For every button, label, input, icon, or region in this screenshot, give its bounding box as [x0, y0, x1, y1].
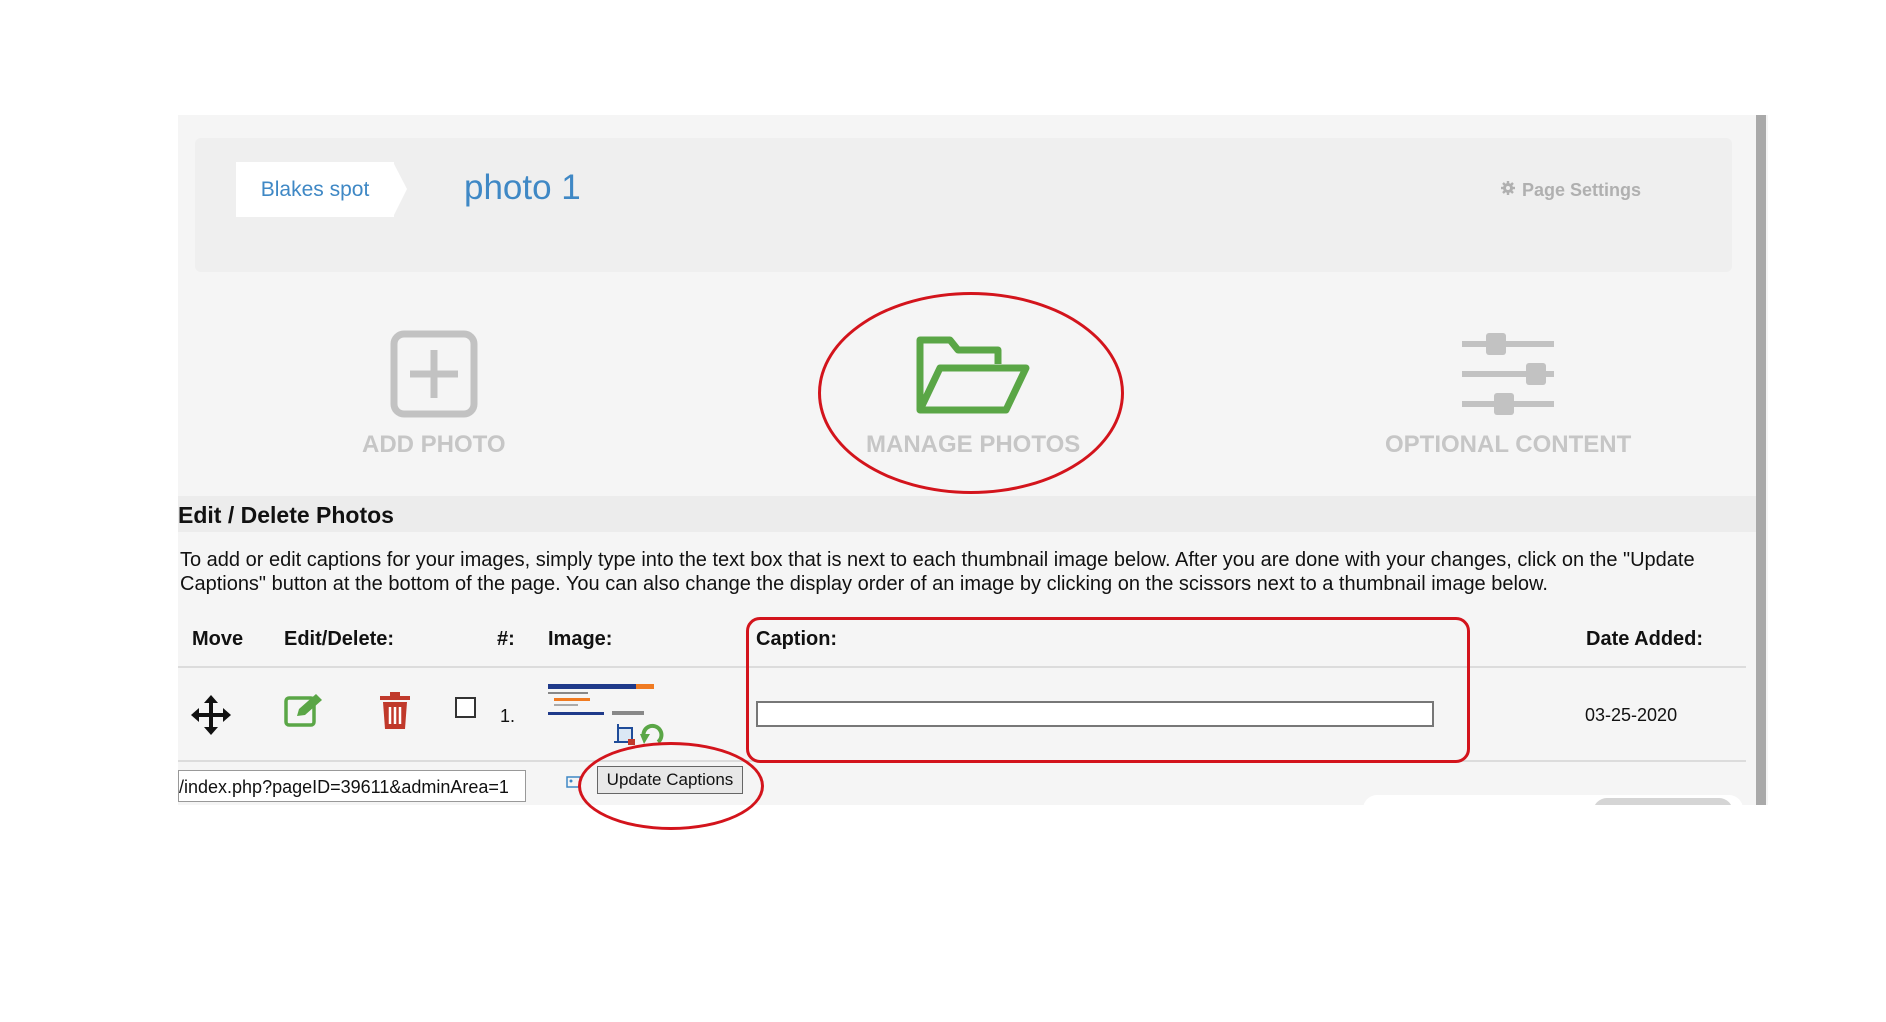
page-title: photo 1: [464, 168, 581, 207]
add-photo-label: ADD PHOTO: [362, 431, 506, 458]
column-header-move: Move: [192, 628, 244, 650]
manage-photos-label: MANAGE PHOTOS: [866, 431, 1081, 458]
breadcrumb-arrow: [393, 162, 407, 217]
photo-thumbnail[interactable]: [548, 684, 654, 720]
column-header-number: #:: [497, 628, 515, 650]
page-header-panel: [195, 138, 1732, 272]
header-divider: [178, 666, 1746, 668]
scrollbar[interactable]: [1756, 115, 1766, 805]
page-settings-link[interactable]: Page Settings: [1500, 180, 1641, 201]
page-margin: [178, 805, 1768, 1022]
instructions-text: To add or edit captions for your images,…: [180, 549, 1695, 595]
optional-content-button[interactable]: OPTIONAL CONTENT: [1385, 330, 1631, 459]
caption-input[interactable]: [756, 701, 1434, 727]
row-select-checkbox[interactable]: [455, 697, 476, 718]
update-captions-button[interactable]: Update Captions: [597, 766, 743, 794]
sliders-icon: [1460, 330, 1556, 423]
crop-icon[interactable]: [614, 724, 636, 751]
edit-icon[interactable]: [283, 692, 325, 733]
column-header-date-added: Date Added:: [1586, 628, 1704, 650]
trash-icon[interactable]: [379, 692, 411, 735]
gear-icon: [1500, 180, 1516, 201]
column-header-caption: Caption:: [756, 628, 838, 650]
column-header-edit-delete: Edit/Delete:: [284, 628, 395, 650]
row-divider: [178, 760, 1746, 762]
column-header-image: Image:: [548, 628, 613, 650]
breadcrumb-parent-link[interactable]: Blakes spot: [236, 162, 394, 217]
page-settings-label: Page Settings: [1522, 180, 1642, 200]
optional-content-label: OPTIONAL CONTENT: [1385, 431, 1632, 458]
small-image-icon: [566, 775, 582, 796]
row-number: 1.: [500, 706, 516, 726]
rotate-icon[interactable]: [640, 722, 666, 751]
add-photo-button[interactable]: ADD PHOTO: [362, 330, 506, 459]
url-tooltip: /index.php?pageID=39611&adminArea=1: [178, 770, 526, 802]
move-arrows-icon[interactable]: [191, 695, 231, 740]
section-header-bar: [178, 496, 1756, 532]
section-title: Edit / Delete Photos: [178, 502, 394, 528]
folder-open-icon: [914, 330, 1032, 423]
manage-photos-button[interactable]: MANAGE PHOTOS: [866, 330, 1080, 459]
plus-square-icon: [390, 330, 478, 423]
date-added: 03-25-2020: [1585, 705, 1678, 725]
